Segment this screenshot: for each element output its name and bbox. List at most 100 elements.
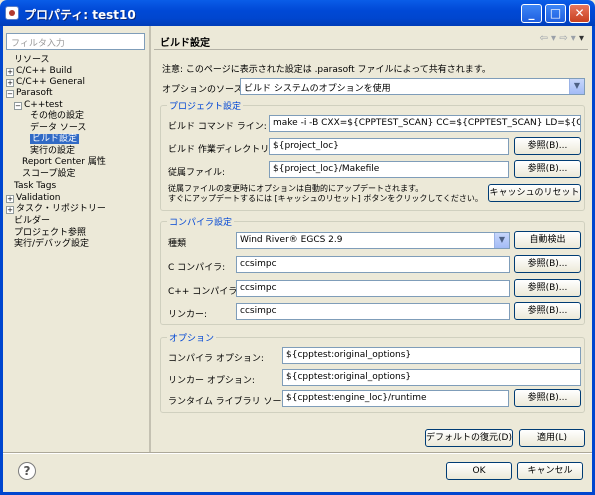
- tree-item-label: 実行/デバッグ設定: [14, 239, 90, 249]
- tree-item-label: Validation: [16, 193, 61, 203]
- tree-item[interactable]: − Parasoft: [6, 88, 53, 99]
- tree-item[interactable]: ビルダー: [14, 216, 50, 227]
- tree-item[interactable]: プロジェクト参照: [14, 228, 86, 239]
- expand-toggle-icon[interactable]: +: [6, 79, 14, 87]
- compiler-kind-select[interactable]: Wind River® EGCS 2.9 ▼: [236, 232, 510, 249]
- tree-item-label: C/C++ General: [16, 77, 86, 87]
- cancel-button[interactable]: キャンセル: [517, 462, 583, 480]
- linker-browse-button[interactable]: 参照(B)...: [514, 302, 581, 320]
- tree-item[interactable]: 実行の設定: [30, 146, 75, 157]
- restore-defaults-button[interactable]: デフォルトの復元(D): [425, 429, 513, 447]
- build-dir-browse-button[interactable]: 参照(B)...: [514, 137, 581, 155]
- ok-button[interactable]: OK: [446, 462, 512, 480]
- c-compiler-label: C コンパイラ:: [168, 263, 226, 273]
- build-command-label: ビルド コマンド ライン:: [168, 122, 267, 132]
- compiler-options-field[interactable]: ${cpptest:original_options}: [282, 347, 581, 364]
- property-tree: リソース + C/C++ Build + C/C++ General − Parasoft −…: [6, 53, 145, 451]
- tree-item-label: Report Center 属性: [22, 157, 106, 167]
- expand-toggle-icon[interactable]: −: [6, 90, 14, 98]
- chevron-down-icon[interactable]: ▼: [569, 79, 584, 94]
- history-nav: ⇦ ▾ ⇨ ▾ ▾: [539, 33, 584, 44]
- reset-cache-button[interactable]: キャッシュのリセット: [488, 184, 581, 202]
- cpp-compiler-label: C++ コンパイラ:: [168, 287, 241, 297]
- compiler-kind-label: 種類: [168, 239, 187, 249]
- tree-item-label: プロジェクト参照: [14, 228, 87, 238]
- expand-toggle-icon[interactable]: +: [6, 68, 14, 76]
- linker-options-field[interactable]: ${cpptest:original_options}: [282, 369, 581, 386]
- window-title: プロパティ: test10: [24, 8, 136, 22]
- runtime-library-field[interactable]: ${cpptest:engine_loc}/runtime: [282, 390, 509, 407]
- tree-item-label: C++test: [24, 100, 63, 110]
- properties-app-icon: [5, 6, 19, 20]
- panel-header: ビルド設定 ⇦ ▾ ⇨ ▾ ▾: [154, 30, 588, 50]
- title-bar: プロパティ: test10 _ □ ✕: [0, 0, 595, 26]
- cpp-compiler-field[interactable]: ccsimpc: [236, 280, 510, 297]
- expand-toggle-icon[interactable]: +: [6, 206, 14, 214]
- help-icon[interactable]: ?: [18, 462, 36, 480]
- tree-item[interactable]: その他の設定: [30, 111, 84, 122]
- compiler-settings-title: コンパイラ設定: [167, 215, 235, 228]
- tree-item-label: リソース: [14, 55, 50, 65]
- minimize-button[interactable]: _: [521, 4, 542, 23]
- tree-item-label: スコープ設定: [22, 169, 76, 179]
- tree-item-label: ビルダー: [14, 216, 51, 226]
- build-dir-field[interactable]: ${project_loc}: [269, 138, 509, 155]
- linker-label: リンカー:: [168, 310, 208, 320]
- tree-item[interactable]: Task Tags: [14, 181, 56, 192]
- option-source-select[interactable]: ビルド システムのオプションを使用 ▼: [240, 78, 585, 95]
- build-settings-page: 注意: このページに表示された設定は .parasoft ファイルによって共有さ…: [154, 53, 588, 451]
- page-title: ビルド設定: [160, 38, 210, 49]
- project-settings-title: プロジェクト設定: [167, 99, 244, 112]
- tree-item[interactable]: + Validation: [6, 193, 60, 204]
- linker-field[interactable]: ccsimpc: [236, 303, 510, 320]
- shared-settings-note: 注意: このページに表示された設定は .parasoft ファイルによって共有さ…: [162, 65, 491, 75]
- tree-item-label: データ ソース: [30, 123, 87, 133]
- compiler-kind-value: Wind River® EGCS 2.9: [240, 235, 343, 245]
- tree-item[interactable]: + タスク・リポジトリー: [6, 204, 106, 215]
- tree-item[interactable]: − C++test: [14, 100, 63, 111]
- filter-input[interactable]: フィルタ入力: [6, 33, 145, 50]
- back-arrow-icon[interactable]: ⇦ ▾: [539, 33, 556, 44]
- tree-item[interactable]: ビルド設定: [30, 134, 80, 145]
- apply-button[interactable]: 適用(L): [519, 429, 585, 447]
- close-button[interactable]: ✕: [569, 4, 590, 23]
- tree-item-label: Task Tags: [14, 181, 57, 191]
- tree-item[interactable]: スコープ設定: [22, 169, 75, 180]
- pane-splitter[interactable]: [149, 26, 151, 452]
- tree-item[interactable]: Report Center 属性: [22, 157, 106, 168]
- options-title: オプション: [167, 331, 217, 344]
- c-compiler-browse-button[interactable]: 参照(B)...: [514, 255, 581, 273]
- build-command-field[interactable]: make -i -B CXX=${CPPTEST_SCAN} CC=${CPPT…: [269, 115, 581, 132]
- tree-item-label: Parasoft: [16, 88, 53, 98]
- linker-options-label: リンカー オプション:: [168, 376, 255, 386]
- tree-item-label: タスク・リポジトリー: [16, 204, 106, 214]
- option-source-value: ビルド システムのオプションを使用: [244, 84, 391, 94]
- option-source-label: オプションのソース:: [162, 85, 246, 95]
- tree-item-label: 実行の設定: [30, 146, 76, 156]
- expand-toggle-icon[interactable]: +: [6, 195, 14, 203]
- tree-item[interactable]: + C/C++ General: [6, 77, 85, 88]
- forward-arrow-icon[interactable]: ⇨ ▾: [559, 33, 576, 44]
- dep-file-label: 従属ファイル:: [168, 168, 226, 178]
- expand-toggle-icon[interactable]: −: [14, 102, 22, 110]
- dep-file-browse-button[interactable]: 参照(B)...: [514, 160, 581, 178]
- c-compiler-field[interactable]: ccsimpc: [236, 256, 510, 273]
- tree-item-label: その他の設定: [30, 111, 85, 121]
- project-settings-group: プロジェクト設定 ビルド コマンド ライン: make -i -B CXX=${…: [160, 99, 585, 211]
- tree-item[interactable]: 実行/デバッグ設定: [14, 239, 89, 250]
- tree-item[interactable]: + C/C++ Build: [6, 66, 72, 77]
- compiler-options-label: コンパイラ オプション:: [168, 354, 264, 364]
- tree-item[interactable]: データ ソース: [30, 123, 86, 134]
- maximize-button[interactable]: □: [545, 4, 566, 23]
- runtime-library-label: ランタイム ライブラリ ソース:: [168, 397, 294, 407]
- runtime-library-browse-button[interactable]: 参照(B)...: [514, 389, 581, 407]
- tree-item[interactable]: リソース: [14, 55, 50, 66]
- chevron-down-icon[interactable]: ▼: [494, 233, 509, 248]
- options-group: オプション コンパイラ オプション: ${cpptest:original_op…: [160, 331, 585, 413]
- footer-separator: [3, 452, 592, 454]
- cpp-compiler-browse-button[interactable]: 参照(B)...: [514, 279, 581, 297]
- view-menu-icon[interactable]: ▾: [579, 33, 584, 44]
- auto-detect-button[interactable]: 自動検出: [514, 231, 581, 249]
- dep-note-line2: すぐにアップデートするには [キャッシュのリセット] ボタンをクリックしてくださ…: [168, 194, 483, 203]
- dep-file-field[interactable]: ${project_loc}/Makefile: [269, 161, 509, 178]
